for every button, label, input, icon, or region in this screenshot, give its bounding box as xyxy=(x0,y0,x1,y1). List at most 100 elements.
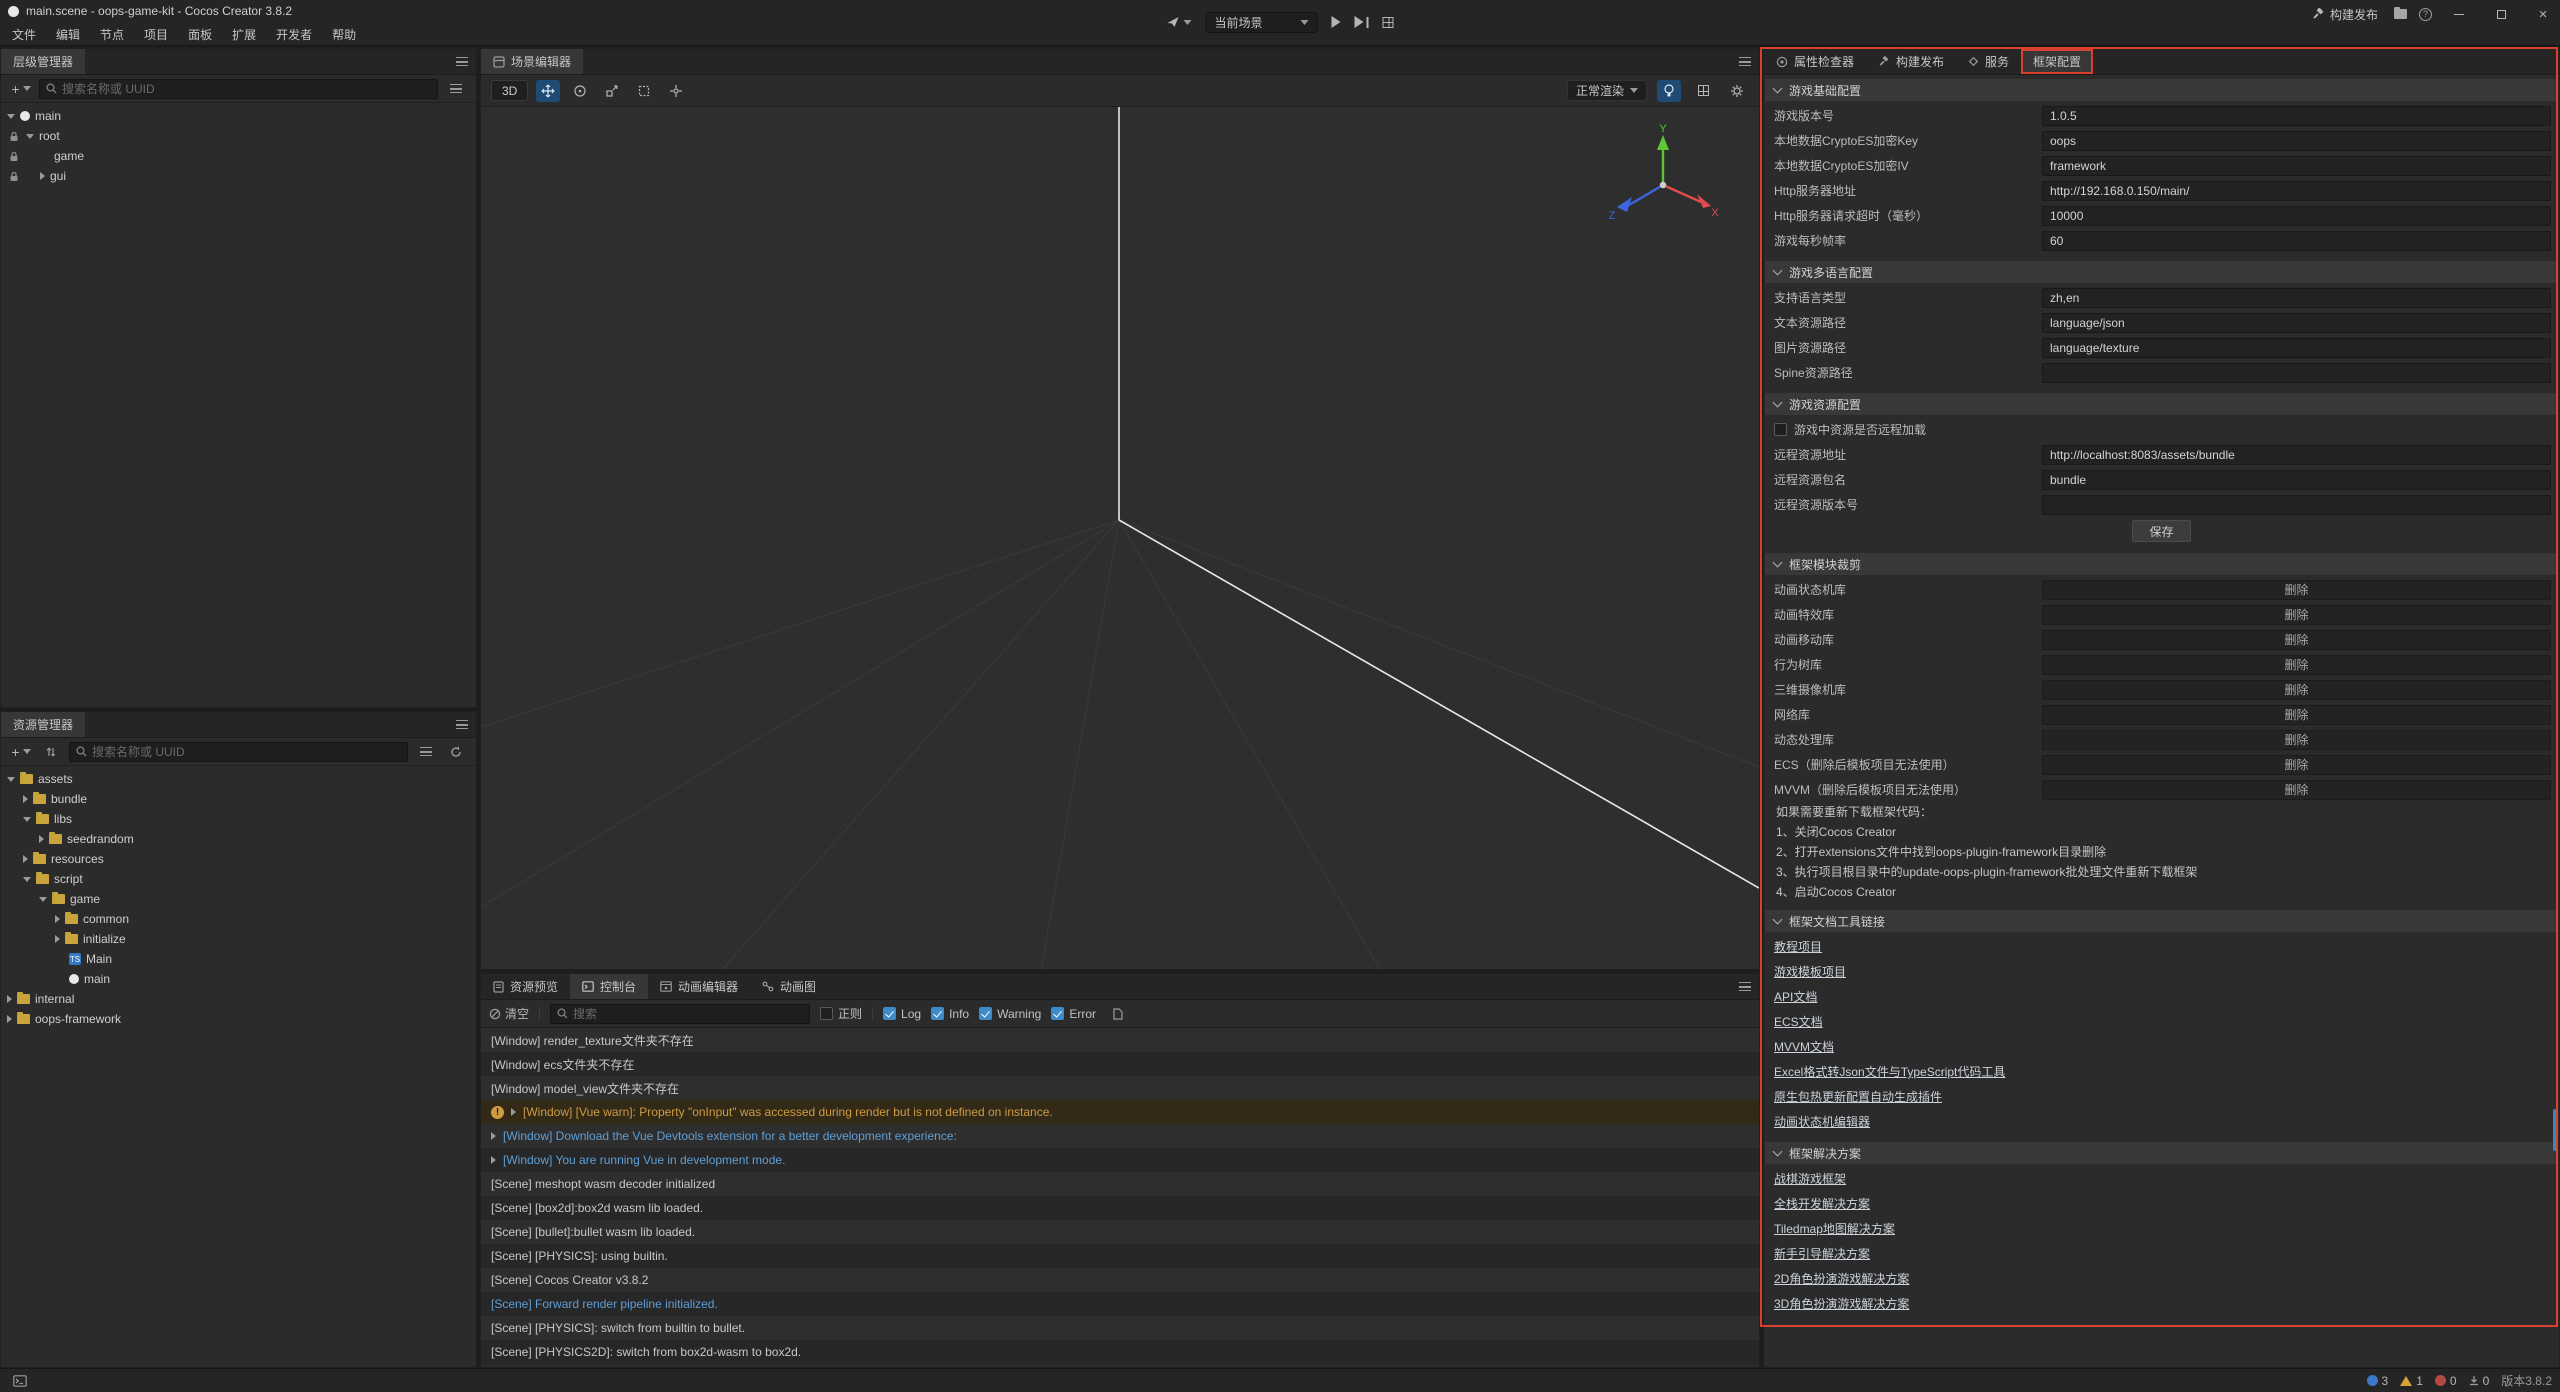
collapse-caret-icon[interactable] xyxy=(23,795,28,803)
asset-node-internal[interactable]: internal xyxy=(1,989,476,1009)
menu-help[interactable]: 帮助 xyxy=(322,22,366,46)
build-publish-button[interactable]: 构建发布 xyxy=(2307,6,2382,23)
log-row-info[interactable]: [Scene] Forward render pipeline initiali… xyxy=(481,1292,1759,1316)
log-row[interactable]: [Window] render_texture文件夹不存在 xyxy=(481,1028,1759,1052)
asset-node-main-scene[interactable]: main xyxy=(1,969,476,989)
asset-node-game[interactable]: game xyxy=(1,889,476,909)
delete-module-button[interactable]: 删除 xyxy=(2042,780,2551,800)
expand-caret-icon[interactable] xyxy=(23,877,31,882)
log-row-link[interactable]: [Window] You are running Vue in developm… xyxy=(481,1148,1759,1172)
tab-assets[interactable]: 资源管理器 xyxy=(1,712,85,737)
log-row[interactable]: [Window] model_view文件夹不存在 xyxy=(481,1076,1759,1100)
doc-link[interactable]: 游戏模板项目 xyxy=(1774,963,1846,980)
rect-tool-button[interactable] xyxy=(632,80,656,102)
move-tool-button[interactable] xyxy=(536,80,560,102)
tab-inspector[interactable]: 属性检查器 xyxy=(1764,49,1866,74)
delete-module-button[interactable]: 删除 xyxy=(2042,605,2551,625)
maximize-button[interactable] xyxy=(2486,2,2516,26)
assets-panel-menu-icon[interactable] xyxy=(456,720,468,729)
asset-node-bundle[interactable]: bundle xyxy=(1,789,476,809)
scene-settings-button[interactable] xyxy=(1725,80,1749,102)
expand-caret-icon[interactable] xyxy=(26,134,34,139)
section-docs[interactable]: 框架文档工具链接 xyxy=(1765,910,2558,932)
asset-node-resources[interactable]: resources xyxy=(1,849,476,869)
asset-node-assets[interactable]: assets xyxy=(1,769,476,789)
tab-asset-preview[interactable]: 资源预览 xyxy=(481,974,570,999)
render-mode-selector[interactable]: 正常渲染 xyxy=(1567,80,1647,101)
log-row[interactable]: [Scene] Cocos Creator v3.8.2 xyxy=(481,1268,1759,1292)
spine-res-path-input[interactable] xyxy=(2042,363,2551,383)
text-res-path-input[interactable]: language/json xyxy=(2042,313,2551,333)
collapse-caret-icon[interactable] xyxy=(55,915,60,923)
grid-toggle-button[interactable] xyxy=(1691,80,1715,102)
hierarchy-node-gui[interactable]: gui xyxy=(1,166,476,186)
log-row-link[interactable]: [Window] Download the Vue Devtools exten… xyxy=(481,1124,1759,1148)
collapse-caret-icon[interactable] xyxy=(23,855,28,863)
save-button[interactable]: 保存 xyxy=(2132,520,2190,542)
hierarchy-panel-menu-icon[interactable] xyxy=(456,57,468,66)
hierarchy-search-input[interactable] xyxy=(62,82,431,96)
tab-hierarchy[interactable]: 层级管理器 xyxy=(1,49,85,74)
log-row[interactable]: [Scene] meshopt wasm decoder initialized xyxy=(481,1172,1759,1196)
tab-console[interactable]: 控制台 xyxy=(570,974,648,999)
remote-load-checkbox[interactable] xyxy=(1774,423,1787,436)
preview-target-button[interactable] xyxy=(1167,16,1192,28)
http-timeout-input[interactable]: 10000 xyxy=(2042,206,2551,226)
log-row[interactable]: [Window] ecs文件夹不存在 xyxy=(481,1052,1759,1076)
log-row[interactable]: [Scene] [box2d]:box2d wasm lib loaded. xyxy=(481,1196,1759,1220)
tab-build[interactable]: 构建发布 xyxy=(1866,49,1956,74)
remote-version-input[interactable] xyxy=(2042,495,2551,515)
expand-caret-icon[interactable] xyxy=(7,114,15,119)
tab-scene-editor[interactable]: 场景编辑器 xyxy=(481,49,583,74)
http-server-input[interactable]: http://192.168.0.150/main/ xyxy=(2042,181,2551,201)
doc-link[interactable]: 原生包热更新配置自动生成插件 xyxy=(1774,1088,1942,1105)
lock-icon[interactable] xyxy=(9,131,19,142)
collapse-caret-icon[interactable] xyxy=(39,835,44,843)
doc-link[interactable]: MVVM文档 xyxy=(1774,1038,1834,1055)
language-types-input[interactable]: zh,en xyxy=(2042,288,2551,308)
assets-filter-icon[interactable] xyxy=(414,742,438,762)
regex-toggle[interactable]: 正则 xyxy=(820,1005,862,1022)
close-button[interactable]: × xyxy=(2528,2,2558,26)
solution-link[interactable]: 2D角色扮演游戏解决方案 xyxy=(1774,1270,1909,1287)
create-asset-button[interactable]: + xyxy=(9,742,33,762)
asset-node-oops-framework[interactable]: oops-framework xyxy=(1,1009,476,1029)
asset-node-seedrandom[interactable]: seedrandom xyxy=(1,829,476,849)
menu-file[interactable]: 文件 xyxy=(2,22,46,46)
menu-node[interactable]: 节点 xyxy=(90,22,134,46)
warning-counter[interactable]: 1 xyxy=(2400,1374,2423,1388)
doc-link[interactable]: 教程项目 xyxy=(1774,938,1822,955)
assets-refresh-icon[interactable] xyxy=(444,742,468,762)
update-counter[interactable]: 0 xyxy=(2469,1374,2490,1388)
image-res-path-input[interactable]: language/texture xyxy=(2042,338,2551,358)
step-button[interactable] xyxy=(1355,16,1369,28)
mode-3d-button[interactable]: 3D xyxy=(491,80,528,101)
expand-caret-icon[interactable] xyxy=(7,777,15,782)
doc-link[interactable]: API文档 xyxy=(1774,988,1817,1005)
scene-panel-menu-icon[interactable] xyxy=(1739,57,1751,66)
filter-log[interactable]: Log xyxy=(883,1007,921,1021)
delete-module-button[interactable]: 删除 xyxy=(2042,655,2551,675)
log-row[interactable]: [Scene] [PHYSICS2D]: switch from box2d-w… xyxy=(481,1340,1759,1364)
solution-link[interactable]: 新手引导解决方案 xyxy=(1774,1245,1870,1262)
expand-log-icon[interactable] xyxy=(511,1108,516,1116)
log-row[interactable]: [Scene] [PHYSICS]: using builtin. xyxy=(481,1244,1759,1268)
remote-bundle-input[interactable]: bundle xyxy=(2042,470,2551,490)
tab-animation-graph[interactable]: 动画图 xyxy=(750,974,828,999)
section-language[interactable]: 游戏多语言配置 xyxy=(1765,261,2558,283)
rotate-tool-button[interactable] xyxy=(568,80,592,102)
section-game-basic[interactable]: 游戏基础配置 xyxy=(1765,79,2558,101)
hierarchy-node-game[interactable]: game xyxy=(1,146,476,166)
collapse-caret-icon[interactable] xyxy=(7,1015,12,1023)
menu-extension[interactable]: 扩展 xyxy=(222,22,266,46)
play-button[interactable] xyxy=(1332,16,1341,28)
doc-link[interactable]: ECS文档 xyxy=(1774,1013,1823,1030)
asset-node-common[interactable]: common xyxy=(1,909,476,929)
hierarchy-node-root[interactable]: root xyxy=(1,126,476,146)
create-node-button[interactable]: + xyxy=(9,79,33,99)
log-row[interactable]: [Scene] [bullet]:bullet wasm lib loaded. xyxy=(481,1220,1759,1244)
tab-framework-config[interactable]: 框架配置 xyxy=(2021,49,2093,74)
log-row-warning[interactable]: ! [Window] [Vue warn]: Property "onInput… xyxy=(481,1100,1759,1124)
solution-link[interactable]: 战棋游戏框架 xyxy=(1774,1170,1846,1187)
delete-module-button[interactable]: 删除 xyxy=(2042,630,2551,650)
